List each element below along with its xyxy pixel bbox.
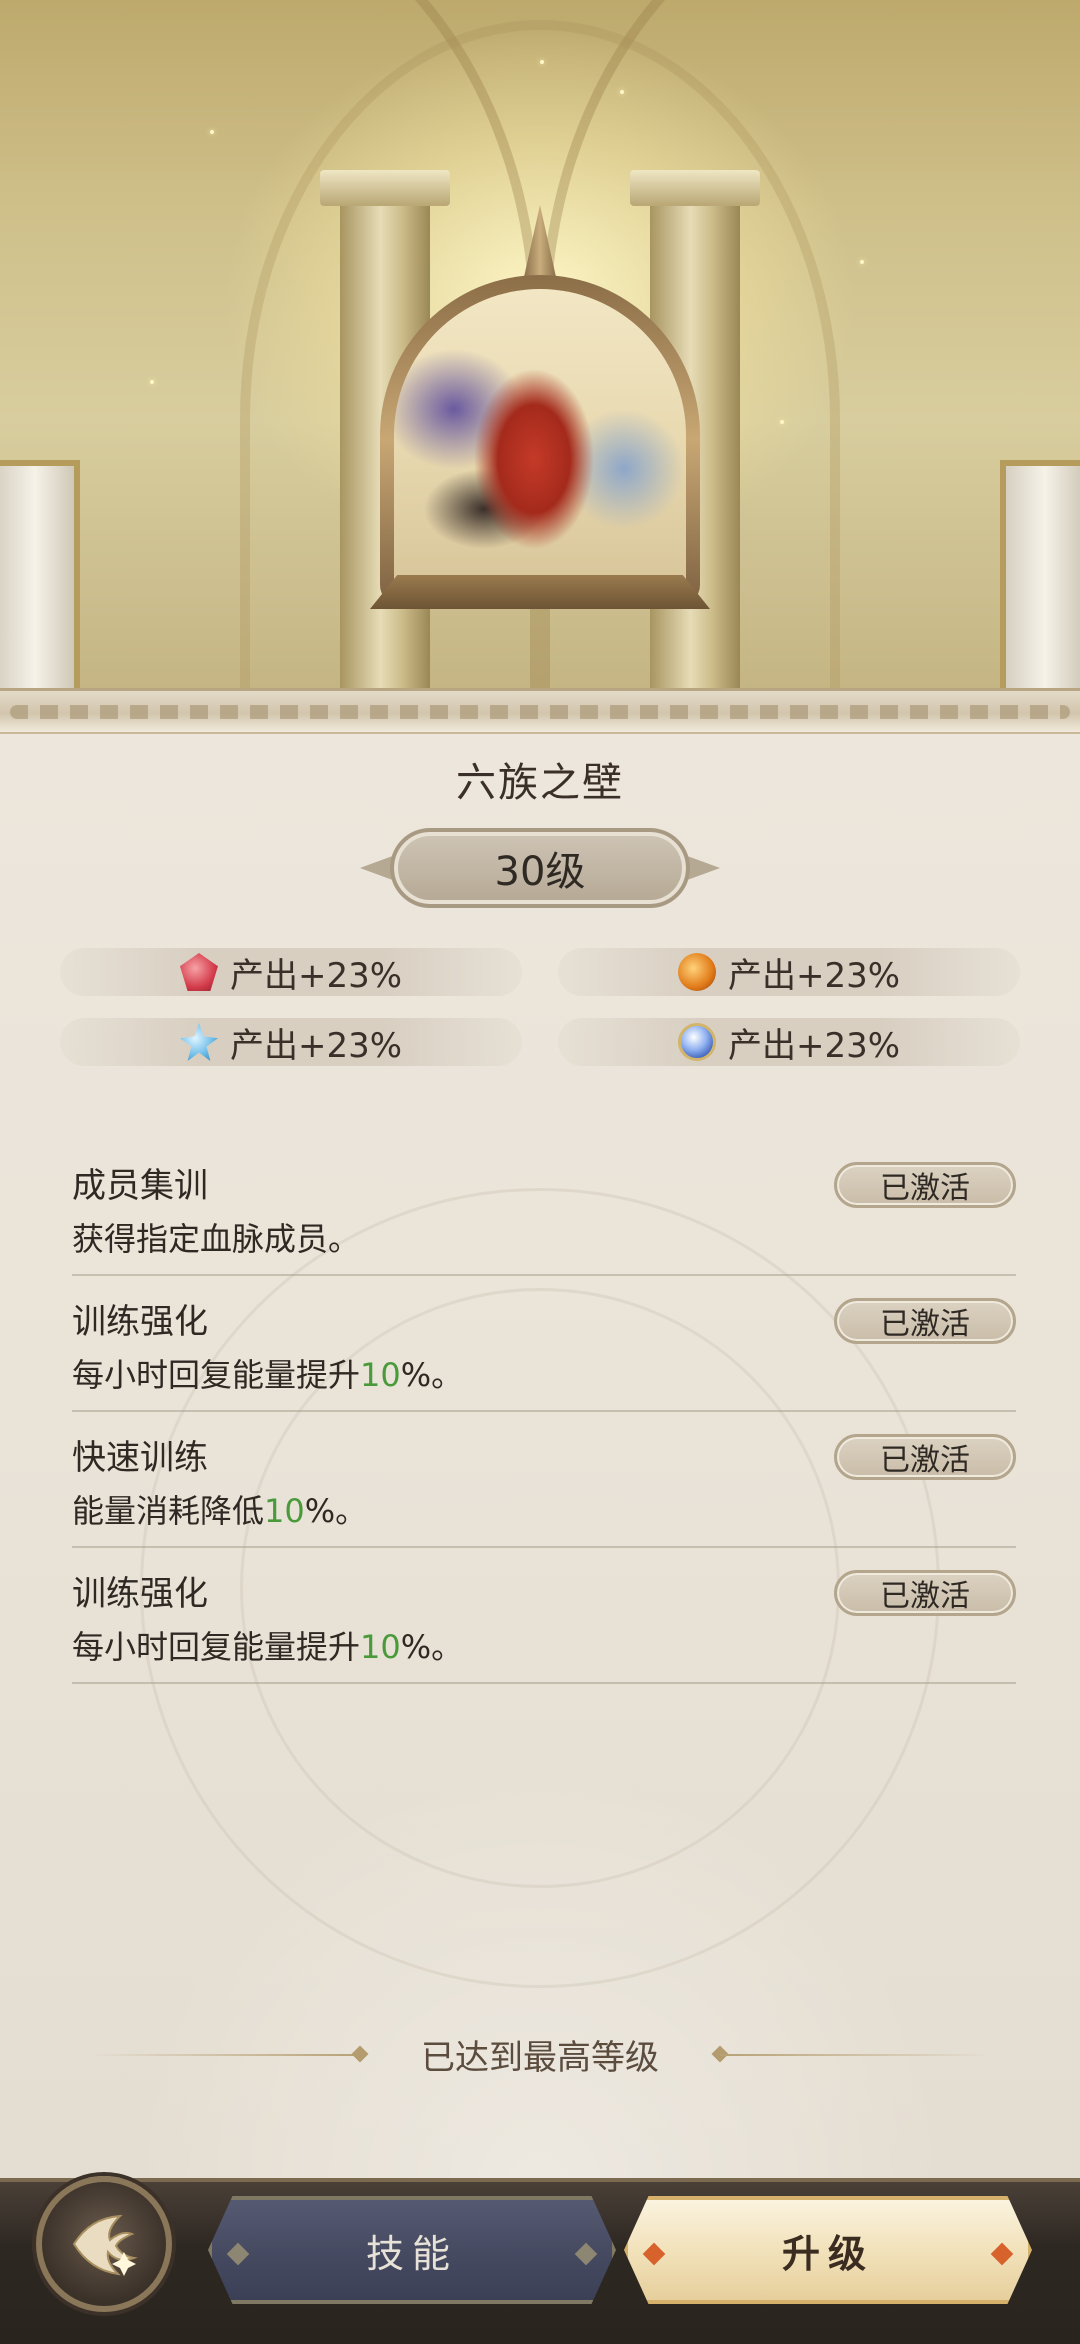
sparkle xyxy=(210,130,214,134)
level-text: 30级 xyxy=(494,849,586,895)
banner-right xyxy=(1000,460,1080,700)
skill-status-badge: 已激活 xyxy=(834,1298,1016,1344)
tab-ornament xyxy=(574,2242,598,2266)
emblem-frame xyxy=(380,275,700,605)
orange-orb-icon xyxy=(677,953,716,991)
stat-row: 产出+23% xyxy=(60,1018,522,1066)
desc-value: 10 xyxy=(360,1628,401,1666)
stat-text: 产出+23% xyxy=(229,1025,403,1066)
divider-diamond xyxy=(351,2045,369,2063)
desc-text: 每小时回复能量提升 xyxy=(72,1628,361,1666)
stat-text: 产出+23% xyxy=(727,955,901,996)
sparkle xyxy=(150,380,154,384)
emblem-artwork xyxy=(394,289,686,591)
panel-top-trim xyxy=(0,688,1080,734)
level-badge-core: 30级 xyxy=(390,828,690,908)
desc-suffix: %。 xyxy=(304,1492,368,1530)
divider-line xyxy=(90,2054,360,2056)
pillar-capital xyxy=(630,170,760,206)
tab-ornament xyxy=(990,2242,1014,2266)
stat-text: 产出+23% xyxy=(229,955,403,996)
tab-upgrade-label: 升级 xyxy=(781,2231,874,2276)
sparkle xyxy=(620,90,624,94)
skill-status-badge: 已激活 xyxy=(834,1434,1016,1480)
pillar-capital xyxy=(320,170,450,206)
red-crystal-icon xyxy=(179,953,218,991)
desc-text: 每小时回复能量提升 xyxy=(72,1356,361,1394)
desc-text: 能量消耗降低 xyxy=(72,1492,265,1530)
tab-ornament xyxy=(226,2242,250,2266)
tab-skill-label: 技能 xyxy=(365,2231,458,2276)
skill-item: 训练强化 每小时回复能量提升10%。 已激活 xyxy=(72,1276,1016,1412)
desc-suffix: %。 xyxy=(400,1628,464,1666)
building-emblem xyxy=(370,205,710,609)
blue-sphere-icon xyxy=(677,1023,716,1061)
stat-text: 产出+23% xyxy=(727,1025,901,1066)
stat-row: 产出+23% xyxy=(558,948,1020,996)
sparkle xyxy=(860,260,864,264)
skill-description: 获得指定血脉成员。 xyxy=(72,1214,360,1260)
blue-crystal-icon xyxy=(179,1023,218,1061)
skill-status-badge: 已激活 xyxy=(834,1162,1016,1208)
hero-background xyxy=(0,0,1080,700)
sparkle xyxy=(540,60,544,64)
skill-name: 训练强化 xyxy=(72,1574,208,1614)
skill-description: 每小时回复能量提升10%。 xyxy=(72,1622,463,1668)
skill-description: 能量消耗降低10%。 xyxy=(72,1486,367,1532)
skill-description: 每小时回复能量提升10%。 xyxy=(72,1350,463,1396)
tab-skill[interactable]: 技能 xyxy=(208,2196,616,2304)
building-title: 六族之壁 xyxy=(456,760,624,806)
tab-upgrade[interactable]: 升级 xyxy=(624,2196,1032,2304)
back-button[interactable] xyxy=(36,2176,172,2312)
desc-suffix: %。 xyxy=(400,1356,464,1394)
desc-text: 获得指定血脉成员。 xyxy=(72,1220,361,1258)
skill-item: 训练强化 每小时回复能量提升10%。 已激活 xyxy=(72,1548,1016,1684)
tab-ornament xyxy=(642,2242,666,2266)
sparkle xyxy=(780,420,784,424)
skill-name: 成员集训 xyxy=(72,1166,208,1206)
skill-item: 快速训练 能量消耗降低10%。 已激活 xyxy=(72,1412,1016,1548)
emblem-base xyxy=(370,575,710,609)
level-badge: 30级 xyxy=(360,822,720,914)
desc-value: 10 xyxy=(360,1356,401,1394)
skill-item: 成员集训 获得指定血脉成员。 已激活 xyxy=(72,1140,1016,1276)
skill-status-badge: 已激活 xyxy=(834,1570,1016,1616)
max-level-notice: 已达到最高等级 xyxy=(0,2030,1080,2079)
desc-value: 10 xyxy=(264,1492,305,1530)
divider-line xyxy=(720,2054,990,2056)
max-level-text: 已达到最高等级 xyxy=(421,2038,659,2078)
skill-name: 快速训练 xyxy=(72,1438,208,1478)
stat-row: 产出+23% xyxy=(558,1018,1020,1066)
banner-left xyxy=(0,460,80,700)
back-arrow-icon xyxy=(72,2214,138,2276)
skill-name: 训练强化 xyxy=(72,1302,208,1342)
stat-row: 产出+23% xyxy=(60,948,522,996)
